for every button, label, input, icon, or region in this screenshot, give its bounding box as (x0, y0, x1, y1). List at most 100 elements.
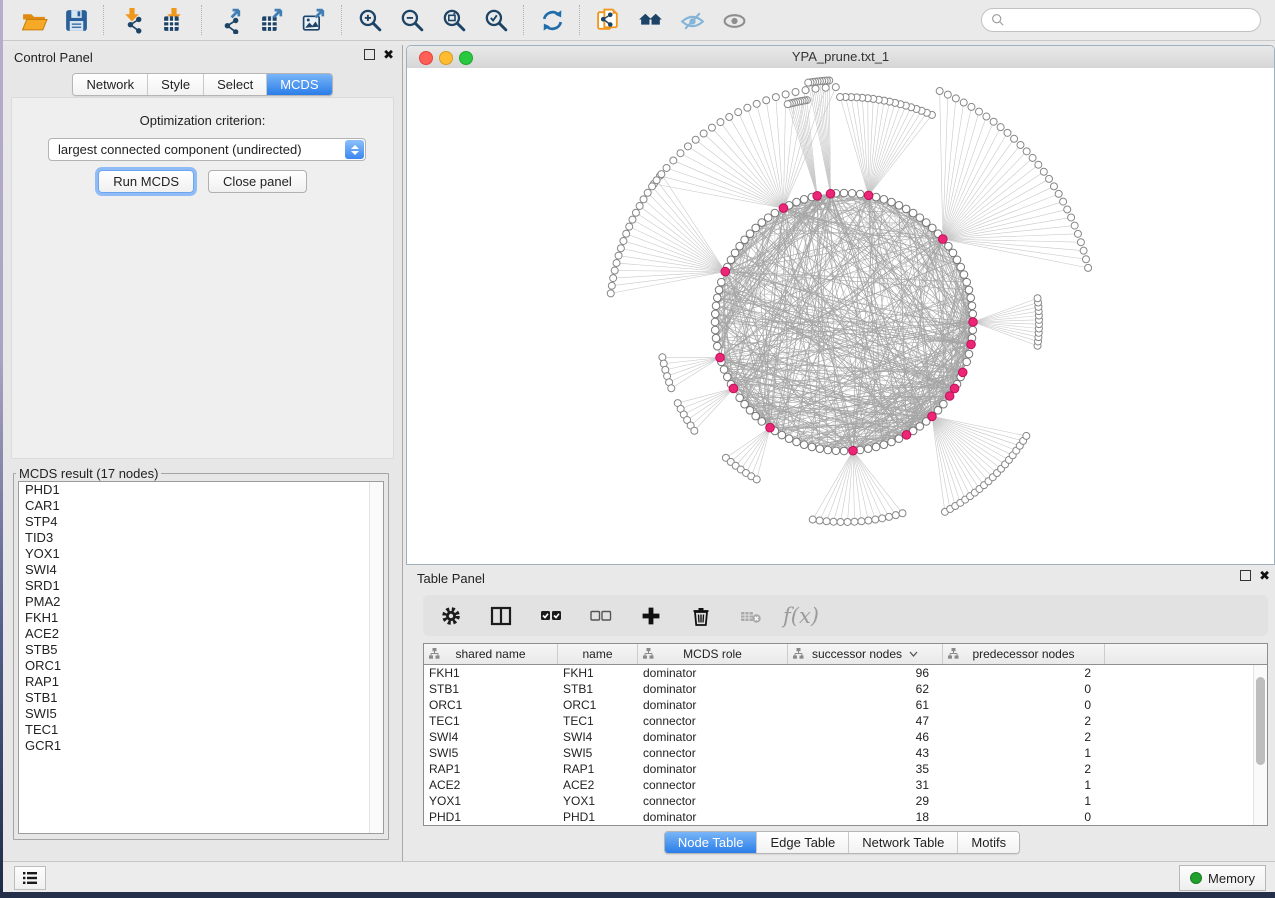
mcds-node-item[interactable]: ACE2 (19, 626, 383, 642)
export-image-button[interactable] (293, 3, 335, 37)
mcds-node-item[interactable]: STB5 (19, 642, 383, 658)
tab-motifs[interactable]: Motifs (958, 832, 1019, 853)
cell-predecessor-nodes[interactable]: 2 (943, 714, 1105, 728)
cell-name[interactable]: TEC1 (558, 714, 638, 728)
cell-MCDS-role[interactable]: dominator (638, 762, 788, 776)
duplicate-network-button[interactable] (587, 3, 629, 37)
cell-successor-nodes[interactable]: 31 (788, 778, 943, 792)
mcds-node-item[interactable]: SWI5 (19, 706, 383, 722)
cell-predecessor-nodes[interactable]: 2 (943, 762, 1105, 776)
deselect-all-button[interactable] (588, 603, 614, 629)
cell-shared-name[interactable]: SWI4 (424, 730, 558, 744)
column-header-name[interactable]: name (558, 644, 638, 664)
cell-MCDS-role[interactable]: dominator (638, 666, 788, 680)
zoom-fit-button[interactable] (433, 3, 475, 37)
tab-network[interactable]: Network (73, 74, 148, 95)
cell-shared-name[interactable]: ACE2 (424, 778, 558, 792)
close-panel-button[interactable]: Close panel (208, 170, 307, 193)
cell-successor-nodes[interactable]: 29 (788, 794, 943, 808)
zoom-in-button[interactable] (349, 3, 391, 37)
cell-name[interactable]: ACE2 (558, 778, 638, 792)
add-row-button[interactable] (638, 603, 664, 629)
cell-successor-nodes[interactable]: 61 (788, 698, 943, 712)
cell-name[interactable]: SWI4 (558, 730, 638, 744)
show-eye-button[interactable] (713, 3, 755, 37)
table-row[interactable]: YOX1YOX1connector291 (424, 793, 1267, 809)
cell-MCDS-role[interactable]: connector (638, 746, 788, 760)
tab-select[interactable]: Select (204, 74, 267, 95)
mcds-node-item[interactable]: PMA2 (19, 594, 383, 610)
zoom-out-button[interactable] (391, 3, 433, 37)
mcds-node-item[interactable]: TEC1 (19, 722, 383, 738)
mcds-node-item[interactable]: TID3 (19, 530, 383, 546)
table-scrollbar[interactable] (1253, 665, 1267, 825)
mcds-node-item[interactable]: CAR1 (19, 498, 383, 514)
tab-network-table[interactable]: Network Table (849, 832, 958, 853)
zoom-selected-button[interactable] (475, 3, 517, 37)
import-table-button[interactable] (153, 3, 195, 37)
cell-name[interactable]: ORC1 (558, 698, 638, 712)
table-row[interactable]: TEC1TEC1connector472 (424, 713, 1267, 729)
import-network-button[interactable] (111, 3, 153, 37)
column-header-predecessor-nodes[interactable]: predecessor nodes (943, 644, 1105, 664)
save-session-button[interactable] (55, 3, 97, 37)
cell-shared-name[interactable]: TEC1 (424, 714, 558, 728)
mcds-node-item[interactable]: STB1 (19, 690, 383, 706)
table-row[interactable]: STB1STB1dominator620 (424, 681, 1267, 697)
hide-panels-button[interactable] (671, 3, 713, 37)
cell-predecessor-nodes[interactable]: 0 (943, 698, 1105, 712)
mcds-node-item[interactable]: STP4 (19, 514, 383, 530)
open-session-button[interactable] (13, 3, 55, 37)
tab-node-table[interactable]: Node Table (665, 832, 758, 853)
cell-successor-nodes[interactable]: 18 (788, 810, 943, 824)
cell-name[interactable]: RAP1 (558, 762, 638, 776)
cell-predecessor-nodes[interactable]: 0 (943, 810, 1105, 824)
table-row[interactable]: RAP1RAP1dominator352 (424, 761, 1267, 777)
cell-MCDS-role[interactable]: dominator (638, 810, 788, 824)
cell-shared-name[interactable]: ORC1 (424, 698, 558, 712)
cell-successor-nodes[interactable]: 35 (788, 762, 943, 776)
network-canvas[interactable] (407, 68, 1274, 564)
cell-predecessor-nodes[interactable]: 2 (943, 730, 1105, 744)
mcds-node-item[interactable]: SRD1 (19, 578, 383, 594)
mcds-node-item[interactable]: YOX1 (19, 546, 383, 562)
table-row[interactable]: ORC1ORC1dominator610 (424, 697, 1267, 713)
cell-predecessor-nodes[interactable]: 1 (943, 778, 1105, 792)
cell-successor-nodes[interactable]: 96 (788, 666, 943, 680)
network-window-titlebar[interactable]: YPA_prune.txt_1 (407, 46, 1274, 69)
cell-predecessor-nodes[interactable]: 2 (943, 666, 1105, 680)
tab-mcds[interactable]: MCDS (267, 74, 331, 95)
mcds-node-item[interactable]: ORC1 (19, 658, 383, 674)
column-header-MCDS-role[interactable]: MCDS role (638, 644, 788, 664)
mcds-node-item[interactable]: SWI4 (19, 562, 383, 578)
tab-edge-table[interactable]: Edge Table (757, 832, 849, 853)
cell-MCDS-role[interactable]: dominator (638, 682, 788, 696)
float-table-panel-icon[interactable] (1240, 570, 1251, 581)
cell-predecessor-nodes[interactable]: 1 (943, 746, 1105, 760)
close-panel-icon[interactable]: ✖ (383, 49, 394, 60)
cell-name[interactable]: PHD1 (558, 810, 638, 824)
search-input[interactable] (1005, 13, 1260, 28)
mcds-node-item[interactable]: GCR1 (19, 738, 383, 754)
delete-row-button[interactable] (688, 603, 714, 629)
cell-name[interactable]: STB1 (558, 682, 638, 696)
criterion-dropdown[interactable]: largest connected component (undirected) (48, 138, 366, 161)
table-row[interactable]: ACE2ACE2connector311 (424, 777, 1267, 793)
export-network-button[interactable] (209, 3, 251, 37)
cell-MCDS-role[interactable]: connector (638, 794, 788, 808)
refresh-view-button[interactable] (531, 3, 573, 37)
memory-button[interactable]: Memory (1179, 865, 1266, 891)
run-mcds-button[interactable]: Run MCDS (98, 170, 194, 193)
cell-successor-nodes[interactable]: 62 (788, 682, 943, 696)
mcds-node-item[interactable]: PHD1 (19, 482, 383, 498)
cell-name[interactable]: SWI5 (558, 746, 638, 760)
cell-MCDS-role[interactable]: dominator (638, 698, 788, 712)
table-row[interactable]: SWI4SWI4dominator462 (424, 729, 1267, 745)
cell-MCDS-role[interactable]: connector (638, 714, 788, 728)
settings-gear-button[interactable] (438, 603, 464, 629)
cell-predecessor-nodes[interactable]: 1 (943, 794, 1105, 808)
cell-predecessor-nodes[interactable]: 0 (943, 682, 1105, 696)
cell-name[interactable]: YOX1 (558, 794, 638, 808)
column-view-button[interactable] (488, 603, 514, 629)
column-header-successor-nodes[interactable]: successor nodes (788, 644, 943, 664)
